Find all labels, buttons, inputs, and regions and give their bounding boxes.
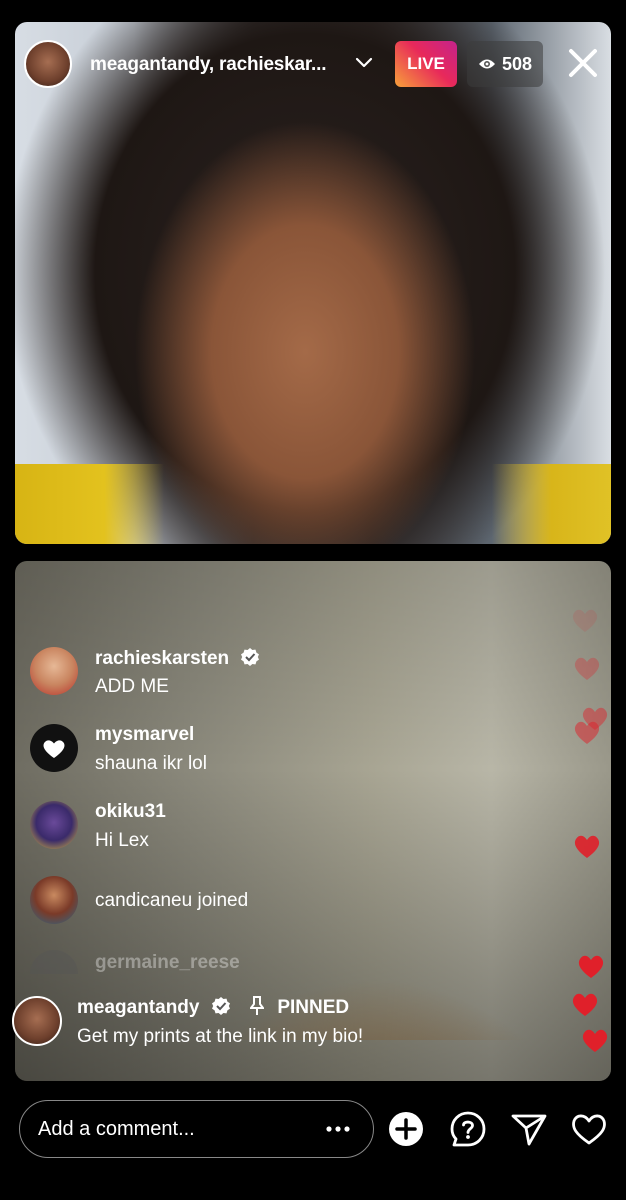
question-icon[interactable] xyxy=(449,1110,487,1148)
heart-icon xyxy=(574,721,600,744)
verified-icon xyxy=(211,997,230,1015)
eye-icon xyxy=(478,59,495,69)
commenter-avatar[interactable] xyxy=(30,801,78,849)
live-header: meagantandy, rachieskar... LIVE 508 xyxy=(24,40,602,90)
comment-username[interactable]: rachieskarsten xyxy=(95,647,260,670)
video-detail xyxy=(15,464,611,544)
heart-icon xyxy=(43,740,65,758)
heart-icon[interactable] xyxy=(570,1110,608,1148)
add-icon[interactable] xyxy=(387,1110,425,1148)
heart-icon xyxy=(578,955,604,978)
pinned-avatar[interactable] xyxy=(12,996,62,1046)
verified-icon xyxy=(241,648,260,666)
pin-icon xyxy=(249,996,266,1015)
commenter-avatar[interactable] xyxy=(30,647,78,695)
viewer-count: 508 xyxy=(501,53,533,74)
heart-icon xyxy=(582,1029,608,1052)
viewer-count-badge[interactable]: 508 xyxy=(467,41,543,87)
pinned-label: PINNED xyxy=(277,997,350,1018)
host-names[interactable]: meagantandy, rachieskar... xyxy=(90,54,326,76)
host-video-feed xyxy=(15,22,611,544)
pinned-username-text: meagantandy xyxy=(77,997,200,1018)
pinned-username[interactable]: meagantandy PINNED xyxy=(77,996,349,1019)
heart-icon xyxy=(574,657,600,680)
pinned-text: Get my prints at the link in my bio! xyxy=(77,1026,364,1047)
joined-notice: germaine_reese xyxy=(95,952,240,973)
host-avatar[interactable] xyxy=(24,40,72,88)
joined-notice: candicaneu joined xyxy=(95,890,249,911)
send-icon[interactable] xyxy=(510,1110,548,1148)
commenter-avatar[interactable] xyxy=(30,724,78,772)
close-icon[interactable] xyxy=(564,44,602,82)
heart-icon xyxy=(574,835,600,858)
comment-username[interactable]: mysmarvel xyxy=(95,724,194,746)
heart-icon xyxy=(572,993,598,1016)
comment-text: Hi Lex xyxy=(95,830,149,851)
comment-username-text: rachieskarsten xyxy=(95,648,230,669)
comment-text: shauna ikr lol xyxy=(95,753,207,774)
chevron-down-icon[interactable] xyxy=(354,52,374,72)
floating-hearts xyxy=(560,590,620,1070)
comment-input[interactable] xyxy=(36,1101,310,1158)
live-label: LIVE xyxy=(407,54,445,73)
live-badge: LIVE xyxy=(395,41,457,87)
comment-text: ADD ME xyxy=(95,676,169,697)
more-icon[interactable] xyxy=(325,1119,351,1139)
joined-user-avatar[interactable] xyxy=(30,876,78,924)
comment-username[interactable]: okiku31 xyxy=(95,801,166,823)
comment-bar[interactable] xyxy=(19,1100,374,1158)
heart-icon xyxy=(572,609,598,632)
